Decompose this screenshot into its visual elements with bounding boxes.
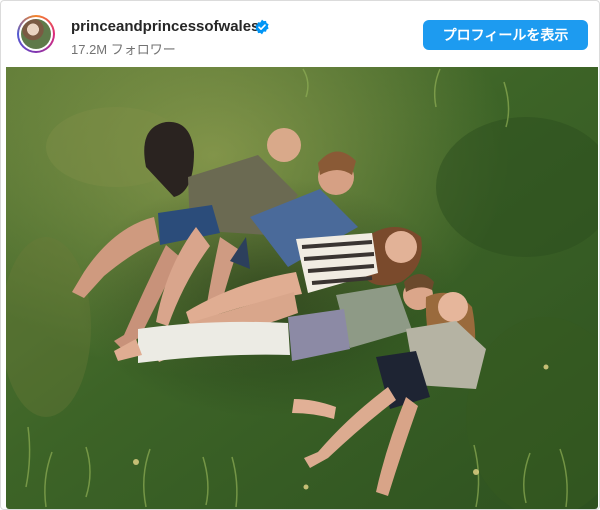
- username-link[interactable]: princeandprincessofwales: [71, 18, 259, 35]
- profile-avatar[interactable]: [17, 15, 55, 53]
- instagram-embed-card: princeandprincessofwales 17.2M フォロワー プロフ…: [0, 0, 600, 510]
- view-profile-button[interactable]: プロフィールを表示: [423, 20, 588, 50]
- avatar-ring-inner: [19, 17, 53, 51]
- avatar-photo: [21, 19, 51, 49]
- follower-count: 17.2M フォロワー: [71, 42, 176, 57]
- post-header: princeandprincessofwales 17.2M フォロワー プロフ…: [1, 1, 599, 65]
- verified-badge-icon: [255, 19, 269, 35]
- family-on-grass-photo[interactable]: [6, 67, 598, 509]
